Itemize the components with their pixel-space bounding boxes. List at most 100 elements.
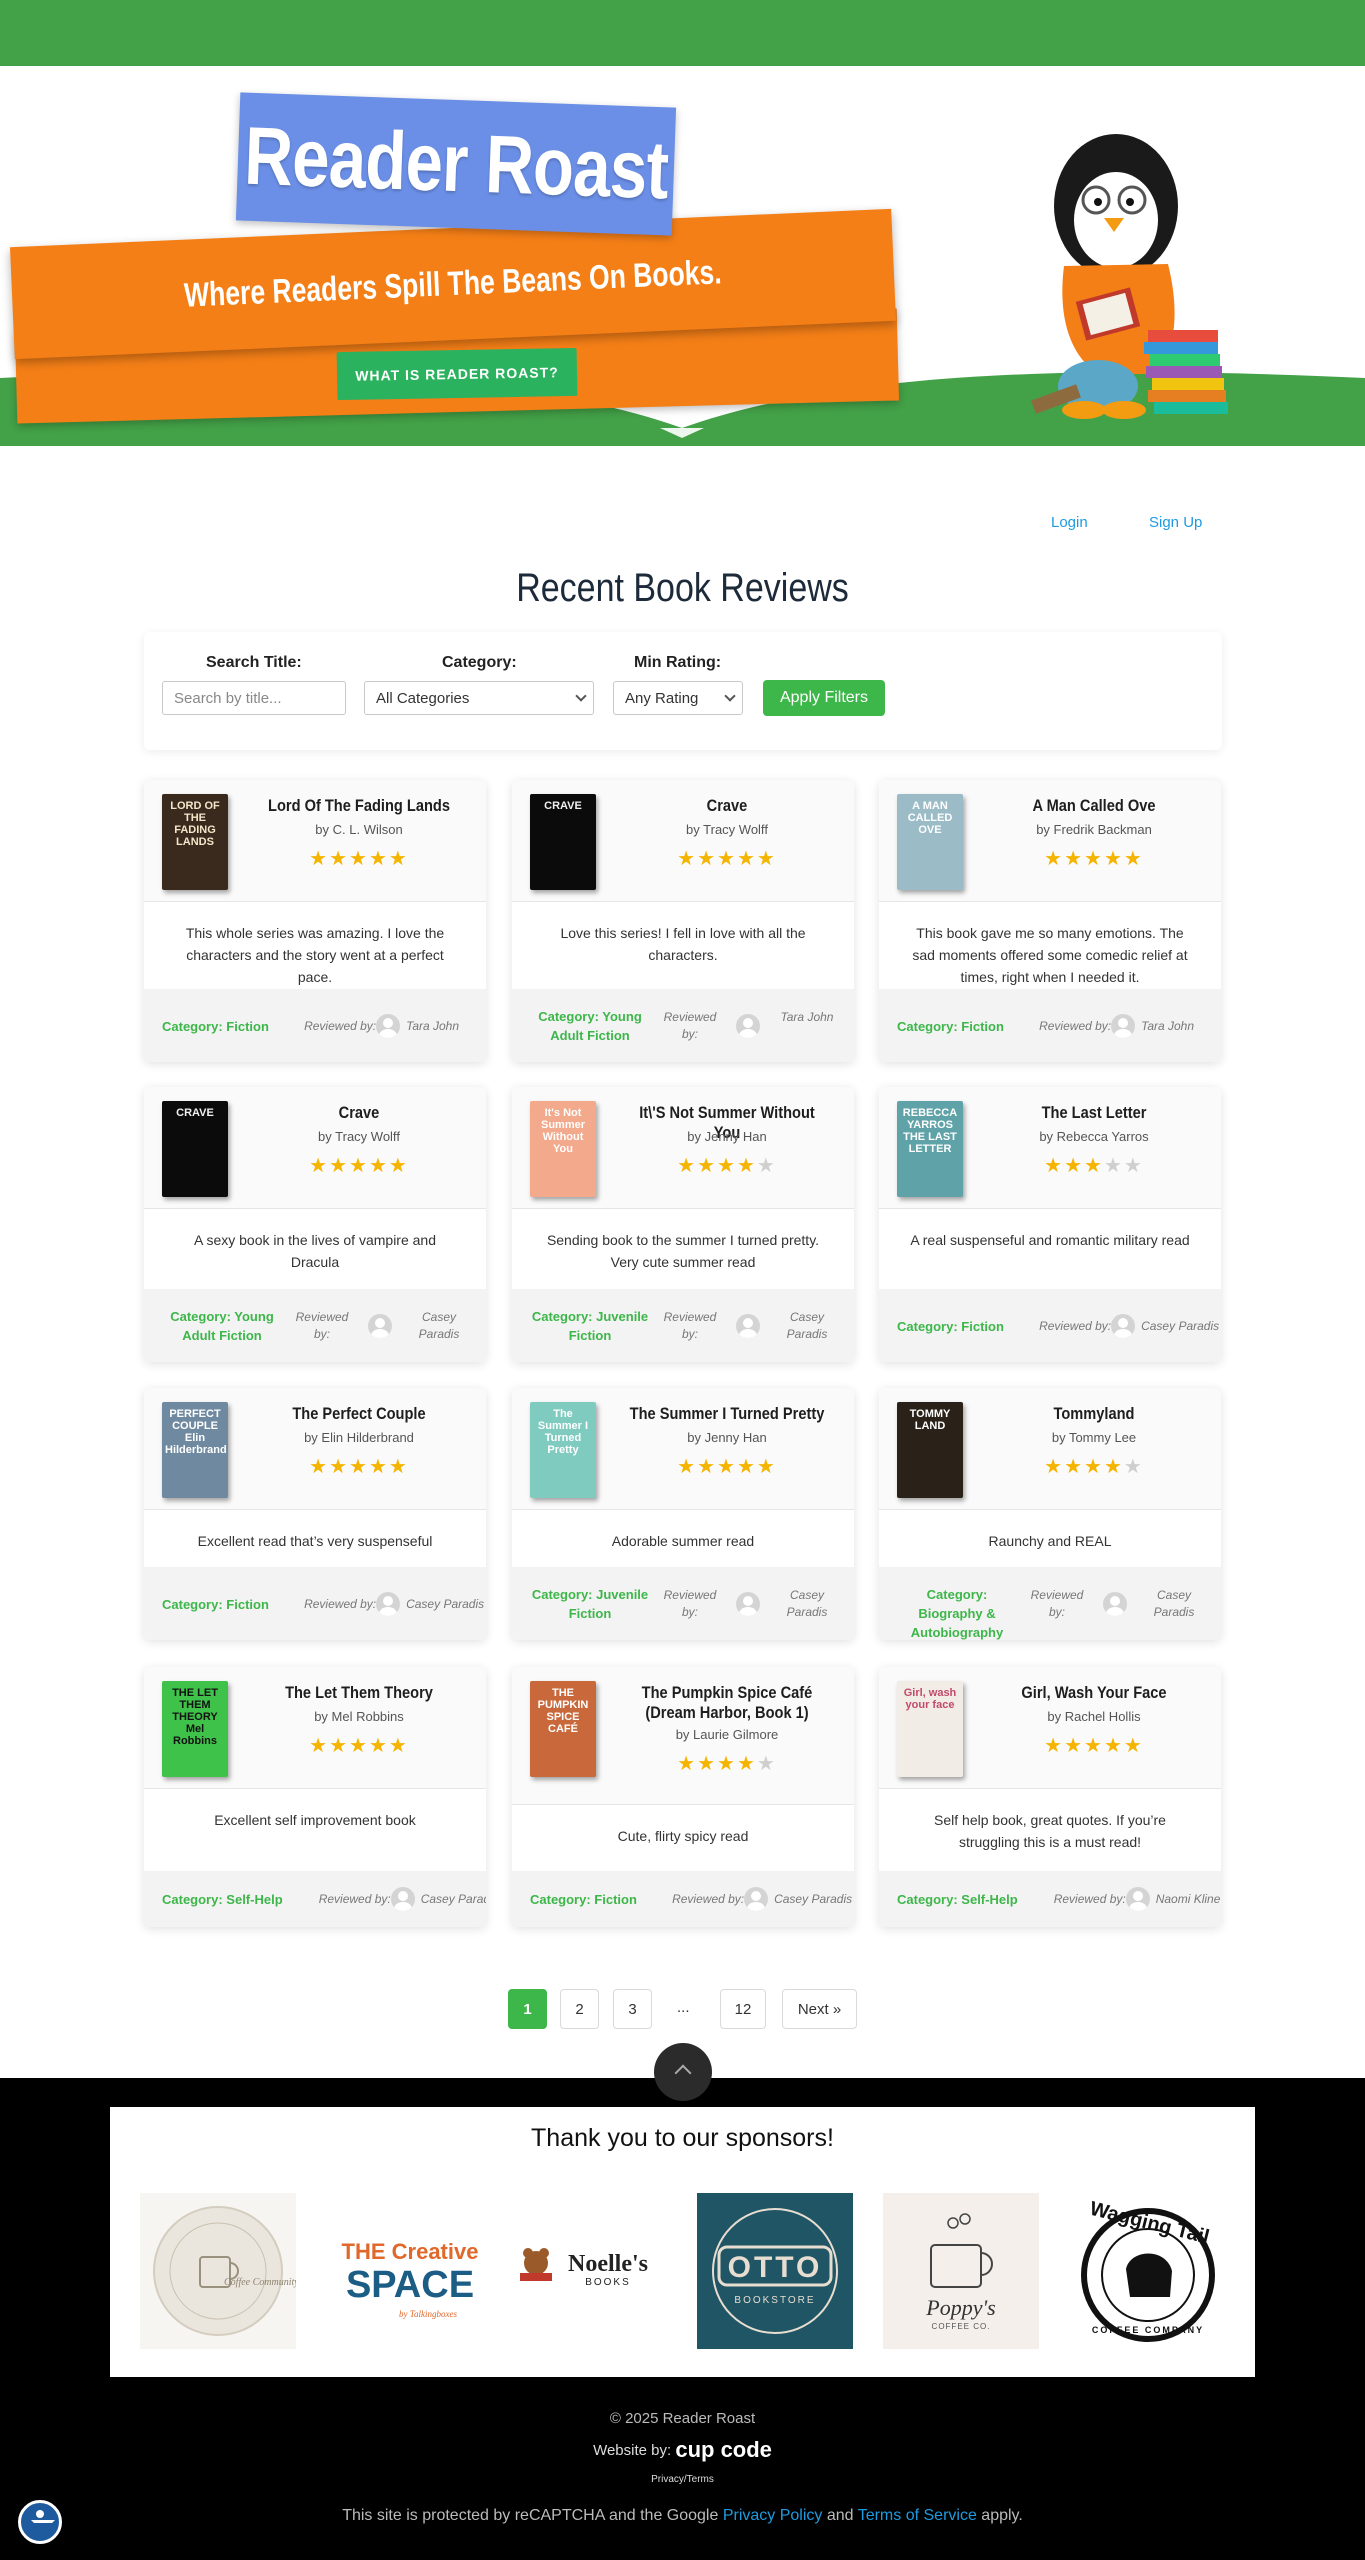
star-filled-icon: ★ [1044,1735,1065,1757]
category-select[interactable]: All Categories [364,681,594,715]
reviewer-name[interactable]: Casey Paradis [421,1891,486,1908]
login-link[interactable]: Login [1051,514,1088,531]
reviewer-avatar [744,1887,769,1911]
book-cover-text: Girl, wash your face [903,1687,957,1711]
reviewer-avatar [736,1592,760,1616]
book-title[interactable]: Crave [260,1103,458,1123]
book-title[interactable]: Girl, Wash Your Face [995,1683,1193,1703]
chevron-down-icon [724,690,736,702]
category-tag[interactable]: Category: Fiction [897,1317,1004,1336]
review-text: This whole series was amazing. I love th… [185,925,445,985]
review-text: A real suspenseful and romantic military… [910,1232,1190,1248]
review-card[interactable]: THE LET THEM THEORY Mel Robbins The Let T… [144,1667,486,1927]
review-body: Raunchy and REAL [879,1510,1221,1567]
category-tag[interactable]: Category: Juvenile Fiction [526,1307,654,1345]
category-tag[interactable]: Category: Self-Help [162,1890,283,1909]
sponsor-otto-bookstore-logo[interactable]: OTTO BOOKSTORE [697,2193,853,2349]
reviewer-avatar [1103,1592,1127,1616]
category-tag[interactable]: Category: Juvenile Fiction [526,1585,654,1623]
star-filled-icon: ★ [349,1155,369,1177]
book-title[interactable]: Lord Of The Fading Lands [260,796,458,816]
book-title[interactable]: The Let Them Theory [260,1683,458,1703]
review-body: Sending book to the summer I turned pret… [512,1209,854,1289]
page-3-button[interactable]: 3 [613,1989,652,2029]
star-filled-icon: ★ [677,1753,698,1775]
sponsor-poppys-coffee-logo[interactable]: Poppy's COFFEE CO. [883,2193,1039,2349]
book-title[interactable]: The Pumpkin Spice Café (Dream Harbor, Bo… [628,1683,826,1723]
review-card[interactable]: Girl, wash your face Girl, Wash Your Face… [879,1667,1221,1927]
page-2-button[interactable]: 2 [560,1989,599,2029]
reviewer-name[interactable]: Casey Paradis [1141,1318,1219,1335]
terms-of-service-link[interactable]: Terms of Service [858,2507,977,2524]
review-card[interactable]: THE PUMPKIN SPICE CAFÉ The Pumpkin Spice … [512,1667,854,1927]
accessibility-icon[interactable] [18,2500,62,2544]
reviewer-name[interactable]: Naomi Kline [1156,1891,1221,1908]
next-page-button[interactable]: Next » [782,1989,857,2029]
review-card[interactable]: A MAN CALLED OVE A Man Called Ove by Fredr… [879,780,1221,1062]
sponsor-coffee-community-logo[interactable]: Coffee Community Connection [140,2193,296,2349]
review-card[interactable]: It's Not Summer Without You It\'S Not Sum… [512,1087,854,1362]
what-is-reader-roast-button[interactable]: WHAT IS READER ROAST? [336,347,578,401]
reviewer-name[interactable]: Tara John [774,1009,840,1026]
book-author: by Elin Hilderbrand [304,1430,414,1445]
category-tag[interactable]: Category: Fiction [530,1890,637,1909]
cupcode-brand-link[interactable]: cup code [675,2437,772,2462]
reviewer-name[interactable]: Casey Paradis [406,1596,484,1613]
signup-link[interactable]: Sign Up [1149,514,1202,531]
review-card-footer: Category: Self-Help Reviewed by: Naomi Kli… [879,1871,1221,1927]
reviewer-name[interactable]: Casey Paradis [774,1891,852,1908]
book-title[interactable]: A Man Called Ove [995,796,1193,816]
book-title[interactable]: The Summer I Turned Pretty [628,1404,826,1424]
search-input[interactable]: Search by title... [162,681,346,715]
book-title[interactable]: The Last Letter [995,1103,1193,1123]
review-card[interactable]: CRAVE Crave by Tracy Wolff ★★★★★ A sexy book… [144,1087,486,1362]
review-card[interactable]: CRAVE Crave by Tracy Wolff ★★★★★ Love this s… [512,780,854,1062]
page-1-button[interactable]: 1 [508,1989,547,2029]
category-tag[interactable]: Category: Fiction [897,1017,1004,1036]
star-filled-icon: ★ [736,848,757,870]
review-card[interactable]: TOMMY LAND Tommyland by Tommy Lee ★★★★★ Raun… [879,1388,1221,1640]
reviewer-name[interactable]: Tara John [1141,1018,1194,1035]
book-title[interactable]: The Perfect Couple [260,1404,458,1424]
recaptcha-text: This site is protected by reCAPTCHA and … [342,2507,723,2524]
category-tag[interactable]: Category: Fiction [162,1595,269,1614]
review-card[interactable]: PERFECT COUPLE Elin Hilderbrand The Perfe… [144,1388,486,1640]
apply-filters-button[interactable]: Apply Filters [763,680,885,716]
reviewer-name[interactable]: Tara John [406,1018,459,1035]
star-filled-icon: ★ [697,1155,718,1177]
reviewer-name[interactable]: Casey Paradis [406,1309,472,1343]
sponsor-creative-space-logo[interactable]: THE Creative SPACE by Talkingboxes [332,2193,488,2349]
privacy-policy-link[interactable]: Privacy Policy [723,2507,823,2524]
review-card-footer: Category: Biography & Autobiography Revie… [879,1567,1221,1640]
review-card[interactable]: REBECCA YARROS THE LAST LETTER The Last L… [879,1087,1221,1362]
sponsor-wagging-tail-logo[interactable]: Wagging Tail COFFEE COMPANY [1070,2193,1226,2349]
star-filled-icon: ★ [1064,1735,1085,1757]
reviewer-name[interactable]: Casey Paradis [774,1309,840,1343]
sponsor-creative-sub: by Talkingboxes [399,2309,457,2319]
reviewer-avatar [736,1014,760,1038]
rating-select[interactable]: Any Rating [613,681,743,715]
page-12-button[interactable]: 12 [720,1989,766,2029]
sponsor-noelles-books-logo[interactable]: Noelle's BOOKS [512,2193,668,2349]
reviewer-avatar [1111,1014,1136,1038]
privacy-terms-link[interactable]: Privacy/Terms [0,2474,1365,2485]
star-filled-icon: ★ [736,1456,757,1478]
reviewer-name[interactable]: Casey Paradis [774,1587,840,1621]
star-filled-icon: ★ [309,1155,330,1177]
review-card[interactable]: The Summer I Turned Pretty The Summer I T… [512,1388,854,1640]
category-tag[interactable]: Category: Young Adult Fiction [158,1307,286,1345]
reviewer-name[interactable]: Casey Paradis [1141,1587,1207,1621]
book-cover-image: CRAVE [530,794,596,890]
star-filled-icon: ★ [756,848,777,870]
category-tag[interactable]: Category: Young Adult Fiction [526,1007,654,1045]
scroll-to-top-button[interactable] [654,2043,712,2101]
category-tag[interactable]: Category: Biography & Autobiography [893,1585,1021,1640]
review-text: Cute, flirty spicy read [617,1828,749,1844]
category-tag[interactable]: Category: Self-Help [897,1890,1018,1909]
review-card[interactable]: LORD OF THE FADING LANDS Lord Of The Fadi… [144,780,486,1062]
book-title[interactable]: Crave [628,796,826,816]
book-title[interactable]: Tommyland [995,1404,1193,1424]
star-filled-icon: ★ [368,1735,389,1757]
recaptcha-and: and [822,2507,858,2524]
category-tag[interactable]: Category: Fiction [162,1017,269,1036]
